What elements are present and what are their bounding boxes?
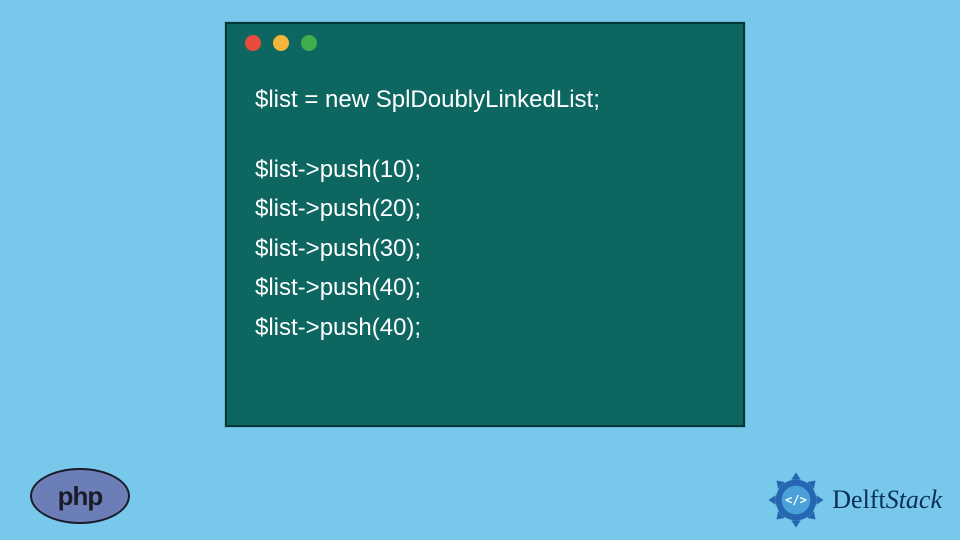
svg-text:</>: </>: [785, 493, 807, 507]
minimize-icon: [273, 35, 289, 51]
canvas-area: $list = new SplDoublyLinkedList; $list->…: [0, 0, 960, 540]
delft-suffix: Stack: [886, 485, 942, 514]
code-body: $list = new SplDoublyLinkedList; $list->…: [227, 62, 743, 348]
code-line: $list->push(20);: [255, 189, 715, 229]
maximize-icon: [301, 35, 317, 51]
delftstack-gear-icon: </>: [766, 470, 826, 530]
code-window: $list = new SplDoublyLinkedList; $list->…: [225, 22, 745, 427]
php-logo: php: [30, 468, 130, 524]
close-icon: [245, 35, 261, 51]
delftstack-logo: </> DelftStack: [766, 470, 942, 530]
code-line: $list->push(10);: [255, 150, 715, 190]
php-logo-ellipse: php: [30, 468, 130, 524]
php-logo-text: php: [58, 481, 103, 512]
blank-line: [255, 120, 715, 150]
code-line: $list->push(40);: [255, 268, 715, 308]
code-line: $list = new SplDoublyLinkedList;: [255, 80, 715, 120]
code-line: $list->push(40);: [255, 308, 715, 348]
code-line: $list->push(30);: [255, 229, 715, 269]
delft-prefix: Delft: [832, 485, 885, 514]
delftstack-wordmark: DelftStack: [832, 485, 942, 515]
window-titlebar: [227, 24, 743, 62]
